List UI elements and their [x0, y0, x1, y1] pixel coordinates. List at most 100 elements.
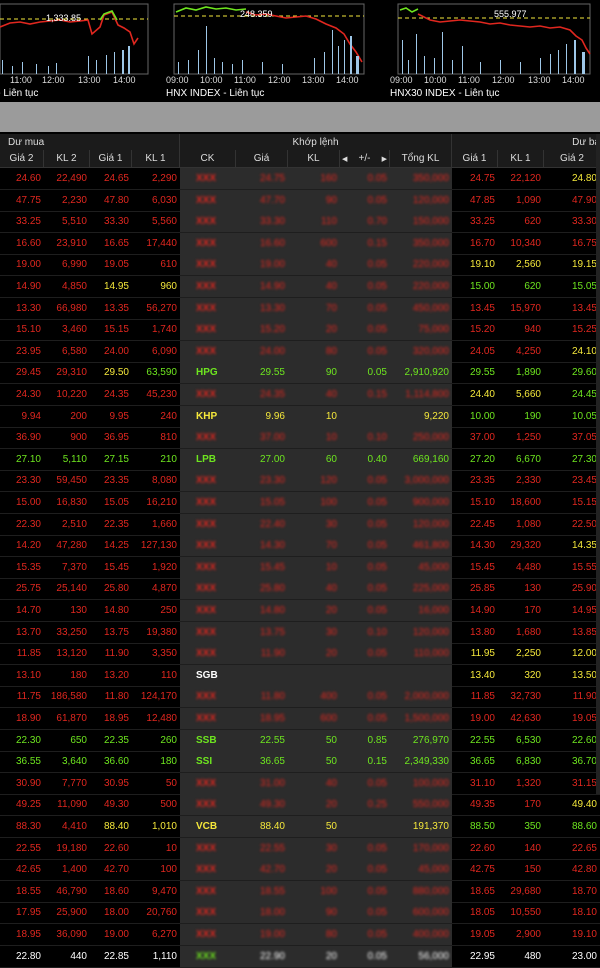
col-match-vol[interactable]: KL: [288, 150, 340, 167]
cell-ticker[interactable]: SSB: [180, 730, 236, 752]
table-row[interactable]: 11.85 13,120 11.90 3,350 XXX 11.90 20 0.05 110,0…: [0, 643, 600, 666]
table-row[interactable]: 19.00 6,990 19.05 610 XXX 19.00 40 0.05 220,000 1…: [0, 254, 600, 277]
table-row[interactable]: 25.75 25,140 25.80 4,870 XXX 25.80 40 0.05 225,0…: [0, 578, 600, 601]
cell-ticker[interactable]: XXX: [180, 514, 236, 536]
table-row[interactable]: 15.00 16,830 15.05 16,210 XXX 15.05 100 0.05 900…: [0, 492, 600, 514]
cell-ticker[interactable]: XXX: [180, 276, 236, 298]
cell-match-price: 24.35: [259, 389, 285, 400]
cell-ticker[interactable]: LPB: [180, 449, 236, 471]
table-row[interactable]: 23.30 59,450 23.35 8,080 XXX 23.30 120 0.05 3,00…: [0, 470, 600, 493]
index-chart-1-label[interactable]: HNX INDEX - Liên tục: [0, 88, 150, 102]
cell-ticker[interactable]: XXX: [180, 168, 236, 190]
cell-ticker[interactable]: XXX: [180, 190, 236, 212]
cell-ticker[interactable]: HPG: [180, 362, 236, 384]
cell-ticker[interactable]: XXX: [180, 384, 236, 406]
cell-ticker[interactable]: XXX: [180, 492, 236, 514]
table-row[interactable]: 22.80 440 22.85 1,110 XXX 22.90 20 0.05 56,000 22…: [0, 945, 600, 968]
col-buy-vol-2[interactable]: KL 2: [44, 150, 90, 167]
col-buy-vol-1[interactable]: KL 1: [132, 150, 180, 167]
table-row[interactable]: 23.95 6,580 24.00 6,090 XXX 24.00 80 0.05 320,00…: [0, 340, 600, 363]
table-row[interactable]: 15.10 3,460 15.15 1,740 XXX 15.20 20 0.05 75,000…: [0, 319, 600, 342]
table-row[interactable]: 22.55 19,180 22.60 10 XXX 22.55 30 0.05 170,000 2…: [0, 837, 600, 860]
cell-ticker[interactable]: XXX: [180, 708, 236, 730]
cell-sell-price-1: 19.05: [469, 929, 495, 940]
scrollbar[interactable]: [596, 134, 600, 794]
cell-buy-price-2: 22.30: [15, 734, 41, 746]
cell-ticker[interactable]: XXX: [180, 902, 236, 924]
table-row[interactable]: 88.30 4,410 88.40 1,010 VCB 88.40 50 191,370 88.…: [0, 816, 600, 838]
table-row[interactable]: 14.20 47,280 14.25 127,130 XXX 14.30 70 0.05 461…: [0, 535, 600, 558]
cell-ticker[interactable]: SSI: [180, 751, 236, 773]
cell-ticker[interactable]: XXX: [180, 838, 236, 860]
cell-ticker[interactable]: VCB: [180, 816, 236, 838]
table-row[interactable]: 22.30 650 22.35 260 SSB 22.55 50 0.85 276,970 22.…: [0, 729, 600, 752]
col-ticker[interactable]: CK: [180, 150, 236, 167]
cell-ticker[interactable]: XXX: [180, 298, 236, 320]
cell-ticker[interactable]: XXX: [180, 924, 236, 946]
table-row[interactable]: 30.90 7,770 30.95 50 XXX 31.00 40 0.05 100,000 31…: [0, 772, 600, 795]
col-total-vol[interactable]: Tổng KL: [390, 150, 452, 167]
cell-ticker[interactable]: XXX: [180, 319, 236, 341]
cell-ticker[interactable]: XXX: [180, 881, 236, 903]
col-buy-price-1[interactable]: Giá 1: [90, 150, 132, 167]
cell-ticker[interactable]: XXX: [180, 859, 236, 881]
cell-ticker[interactable]: XXX: [180, 341, 236, 363]
cell-ticker[interactable]: XXX: [180, 794, 236, 816]
cell-ticker[interactable]: XXX: [180, 686, 236, 708]
sort-left-icon[interactable]: ◀: [342, 155, 347, 163]
table-row[interactable]: 18.95 36,090 19.00 6,270 XXX 19.00 80 0.05 400,0…: [0, 924, 600, 946]
table-row[interactable]: 13.30 66,980 13.35 56,270 XXX 13.30 70 0.05 450,…: [0, 297, 600, 320]
cell-ticker[interactable]: KHP: [180, 406, 236, 428]
cell-ticker[interactable]: XXX: [180, 233, 236, 255]
table-row[interactable]: 18.55 46,790 18.60 9,470 XXX 18.55 100 0.05 880,…: [0, 880, 600, 903]
cell-buy-price-2: 11.75: [16, 691, 41, 703]
cell-ticker[interactable]: XXX: [180, 211, 236, 233]
table-row[interactable]: 16.60 23,910 16.65 17,440 XXX 16.60 600 0.15 350…: [0, 232, 600, 255]
cell-ticker[interactable]: XXX: [180, 535, 236, 557]
table-row[interactable]: 36.90 900 36.95 810 XXX 37.00 10 0.10 250,000 37.…: [0, 427, 600, 450]
index-chart-3-label-text: HNX30 INDEX - Liên tục: [390, 88, 500, 99]
table-row[interactable]: 17.95 25,900 18.00 20,760 XXX 18.00 90 0.05 600,…: [0, 902, 600, 925]
table-row[interactable]: 14.90 4,850 14.95 960 XXX 14.90 40 0.05 220,000 1…: [0, 276, 600, 298]
col-sell-vol-1[interactable]: KL 1: [498, 150, 544, 167]
index-chart-2-label[interactable]: HNX INDEX - Liên tục: [166, 88, 264, 102]
col-sell-price-1[interactable]: Giá 1: [452, 150, 498, 167]
table-row[interactable]: 49.25 11,090 49.30 500 XXX 49.30 20 0.25 550,000…: [0, 794, 600, 817]
table-row[interactable]: 42.65 1,400 42.70 100 XXX 42.70 20 0.05 45,000 42…: [0, 859, 600, 882]
cell-ticker[interactable]: XXX: [180, 427, 236, 449]
cell-ticker[interactable]: SGB: [180, 665, 236, 687]
table-row[interactable]: 33.25 5,510 33.30 5,560 XXX 33.30 110 0.70 150,0…: [0, 211, 600, 234]
table-row[interactable]: 27.10 5,110 27.15 210 LPB 27.00 60 0.40 669,160 2…: [0, 448, 600, 471]
table-row[interactable]: 18.90 61,870 18.95 12,480 XXX 18.95 600 0.05 1,5…: [0, 708, 600, 730]
index-chart-3-label[interactable]: HNX30 INDEX - Liên tục: [390, 88, 500, 102]
cell-ticker[interactable]: XXX: [180, 773, 236, 795]
table-row[interactable]: 47.75 2,230 47.80 6,030 XXX 47.70 90 0.05 120,00…: [0, 189, 600, 212]
table-row[interactable]: 14.70 130 14.80 250 XXX 14.80 20 0.05 16,000 14.9…: [0, 600, 600, 622]
cell-ticker[interactable]: XXX: [180, 643, 236, 665]
cell-ticker[interactable]: XXX: [180, 557, 236, 579]
cell-total-vol: 1,114,800: [405, 389, 449, 400]
cell-ticker[interactable]: XXX: [180, 578, 236, 600]
cell-ticker[interactable]: XXX: [180, 254, 236, 276]
cell-ticker[interactable]: XXX: [180, 946, 236, 968]
table-row[interactable]: 24.30 10,220 24.35 45,230 XXX 24.35 40 0.15 1,11…: [0, 384, 600, 406]
table-row[interactable]: 13.10 180 13.20 110 SGB 13.40 320 13.50: [0, 664, 600, 687]
cell-buy-price-2: 24.30: [15, 389, 41, 400]
table-row[interactable]: 24.60 22,490 24.65 2,290 XXX 24.75 160 0.05 350,…: [0, 168, 600, 190]
cell-ticker[interactable]: XXX: [180, 600, 236, 622]
table-row[interactable]: 36.55 3,640 36.60 180 SSI 36.65 50 0.15 2,349,33…: [0, 751, 600, 774]
table-row[interactable]: 29.45 29,310 29.50 63,590 HPG 29.55 90 0.05 2,91…: [0, 362, 600, 385]
table-row[interactable]: 22.30 2,510 22.35 1,660 XXX 22.40 30 0.05 120,00…: [0, 513, 600, 536]
col-buy-price-2[interactable]: Giá 2: [0, 150, 44, 167]
table-row[interactable]: 11.75 186,580 11.80 124,170 XXX 11.80 400 0.05 2…: [0, 686, 600, 709]
table-row[interactable]: 9.94 200 9.95 240 KHP 9.96 10 9,220 10.00 190 10.0…: [0, 405, 600, 428]
table-row[interactable]: 15.35 7,370 15.45 1,920 XXX 15.45 10 0.05 45,000…: [0, 556, 600, 579]
cell-change: 0.05: [367, 907, 387, 919]
sort-right-icon[interactable]: ▶: [382, 155, 387, 163]
col-change[interactable]: ◀ +/- ▶: [340, 150, 390, 167]
col-sell-price-2[interactable]: Giá 2: [544, 150, 600, 167]
col-match-price[interactable]: Giá: [236, 150, 288, 167]
cell-ticker[interactable]: XXX: [180, 622, 236, 644]
cell-ticker[interactable]: XXX: [180, 470, 236, 492]
table-row[interactable]: 13.70 33,250 13.75 19,380 XXX 13.75 30 0.10 120,…: [0, 621, 600, 644]
